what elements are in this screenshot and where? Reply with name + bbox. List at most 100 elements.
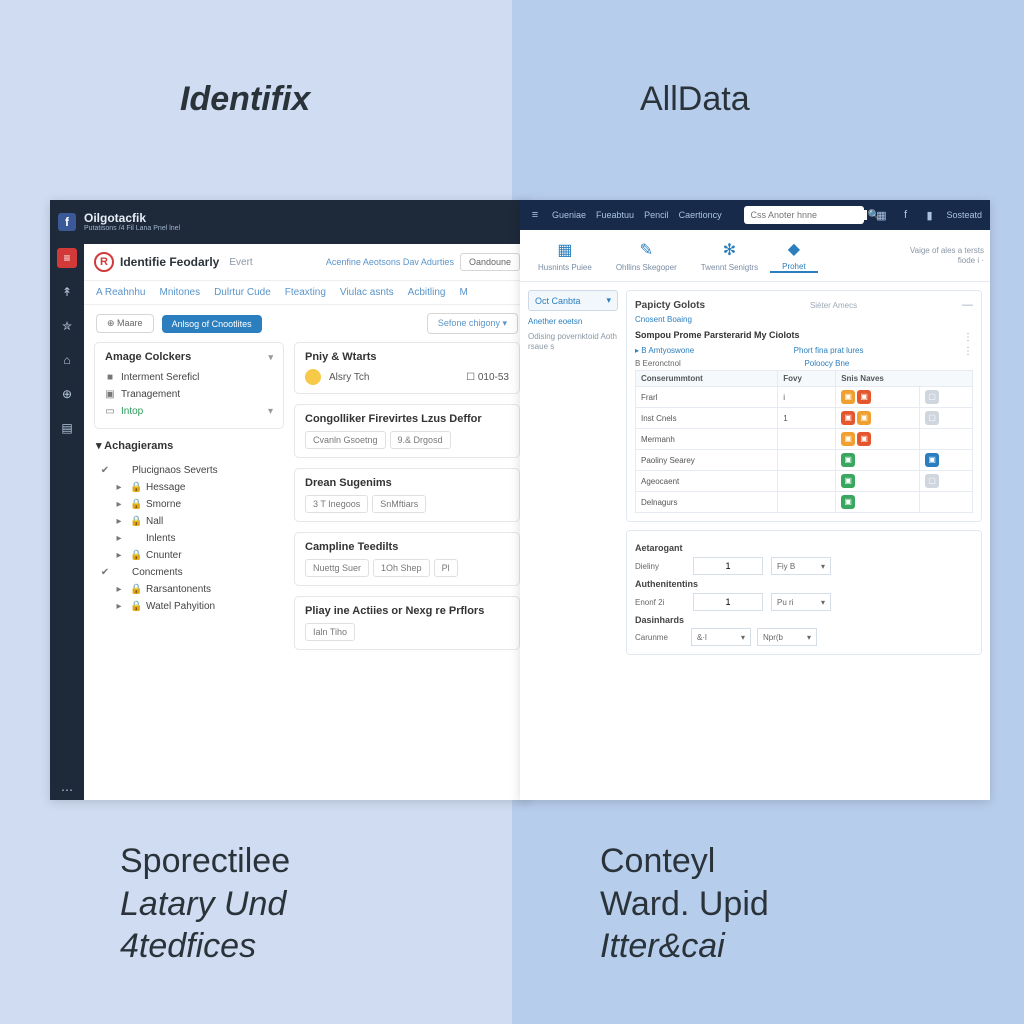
kebab-icon[interactable]: ⋮ — [963, 346, 973, 359]
left-link[interactable]: Anether eoetsn — [528, 317, 618, 326]
social-icon[interactable]: f — [898, 209, 912, 221]
chip[interactable]: Cvanln Gsoetng — [305, 431, 386, 449]
primary-pill-button[interactable]: Anlsog of Cnootlites — [162, 315, 262, 333]
tab-item[interactable]: Fteaxting — [285, 287, 326, 298]
side-tree-item[interactable]: ▸🔒Hessage — [100, 479, 284, 496]
status-square-icon[interactable]: ▣ — [857, 390, 871, 404]
rail-item-doc-icon[interactable]: ▤ — [57, 418, 77, 438]
tab-item[interactable]: Acbitling — [408, 287, 446, 298]
rail-item-more-icon[interactable]: ⋯ — [57, 780, 77, 800]
tab-item[interactable]: Viulac asnts — [340, 287, 394, 298]
panel-title: Papicty Golots — [635, 300, 705, 311]
left-dropdown[interactable]: Oct Canbta▾ — [528, 290, 618, 311]
tab-item[interactable]: ◆Prohet — [770, 239, 818, 273]
screenshot-alldata: ≡ Gueniae Fueabtuu Pencil Caertioncy 🔍 ▦… — [520, 200, 990, 800]
tree-arrow-icon: ▸ — [114, 584, 124, 595]
logo-square-icon: f — [58, 213, 76, 231]
topmenu-item[interactable]: Gueniae — [552, 210, 586, 220]
side-list-item[interactable]: ▭Intop▾ — [105, 403, 273, 420]
status-square-icon[interactable]: ▣ — [857, 432, 871, 446]
chevron-down-icon[interactable]: ▾ — [268, 352, 273, 363]
rail-item-globe-icon[interactable]: ⊕ — [57, 384, 77, 404]
tab-item[interactable]: ▦Husnints Puiee — [526, 239, 604, 273]
chip[interactable]: 1Oh Shep — [373, 559, 430, 577]
search-box[interactable]: 🔍 — [744, 206, 864, 224]
header-link[interactable]: Acenfine Aeotsons Dav Adurties — [326, 257, 454, 267]
chip[interactable]: Ialn Tiho — [305, 623, 355, 641]
form-input[interactable] — [693, 557, 763, 575]
chip[interactable]: Pl — [434, 559, 458, 577]
panel-small-link[interactable]: Poloocy Bne — [804, 359, 849, 368]
chip[interactable]: SnMftiars — [372, 495, 426, 513]
status-square-icon[interactable]: ▣ — [841, 474, 855, 488]
side-tree-item[interactable]: ✔Plucignaos Severts — [100, 462, 284, 479]
status-square-icon[interactable]: ▢ — [925, 474, 939, 488]
rail-item-home-icon[interactable]: ≡ — [57, 248, 77, 268]
side-tree-item[interactable]: ▸🔒Nall — [100, 513, 284, 530]
form-select[interactable]: Npr(b▾ — [757, 628, 817, 646]
form-select[interactable]: Pu ri▾ — [771, 593, 831, 611]
rail-item-person-icon[interactable]: ✮ — [57, 316, 77, 336]
topmenu-item[interactable]: Pencil — [644, 210, 669, 220]
form-select[interactable]: Fiy B▾ — [771, 557, 831, 575]
topmenu-item[interactable]: Fueabtuu — [596, 210, 634, 220]
chip[interactable]: 9.& Drgosd — [390, 431, 451, 449]
tab-item[interactable]: Mnitones — [160, 287, 201, 298]
rail-item-up-icon[interactable]: ↟ — [57, 282, 77, 302]
panel-link[interactable]: Cnosent Boaing — [635, 315, 973, 324]
side-tree-item[interactable]: ✔Concments — [100, 564, 284, 581]
status-square-icon[interactable]: ▣ — [841, 432, 855, 446]
brand-sub: Putatisons /4 Fil Lana Pnel lnel — [84, 225, 180, 233]
status-square-icon[interactable]: ▣ — [841, 390, 855, 404]
side-tree-item[interactable]: ▸🔒Rarsantonents — [100, 581, 284, 598]
collapse-icon[interactable]: — — [962, 299, 973, 311]
feed-card-title: Drean Sugenims — [305, 477, 509, 489]
tab-item[interactable]: A Reahnhu — [96, 287, 146, 298]
search-input[interactable] — [750, 210, 867, 220]
grid-icon[interactable]: ▦ — [874, 209, 888, 222]
status-square-icon[interactable]: ▣ — [841, 495, 855, 509]
rail-item-home2-icon[interactable]: ⌂ — [57, 350, 77, 370]
tree-arrow-icon: ▸ — [114, 516, 124, 527]
tab-item[interactable]: ✻Twennt Senigtrs — [689, 239, 770, 273]
chip[interactable]: 3 T Inegoos — [305, 495, 368, 513]
status-square-icon[interactable]: ▢ — [925, 390, 939, 404]
status-square-icon[interactable]: ▢ — [925, 411, 939, 425]
status-square-icon[interactable]: ▣ — [841, 453, 855, 467]
panel-small-link[interactable]: B Eeronctnol — [635, 359, 681, 368]
side-tree-item[interactable]: ▸🔒Smorne — [100, 496, 284, 513]
tab-item[interactable]: Dulrtur Cude — [214, 287, 271, 298]
menu-icon[interactable]: ≡ — [528, 209, 542, 221]
lock-icon: 🔒 — [130, 550, 140, 561]
side-list-item[interactable]: ▣Tranagement — [105, 386, 273, 403]
chevron-down-icon: ▾ — [741, 633, 745, 642]
form-select[interactable]: &·l▾ — [691, 628, 751, 646]
feed-card: Pliay ine Actiies or Nexg re PrflorsIaln… — [294, 596, 520, 650]
status-square-icon[interactable]: ▣ — [841, 411, 855, 425]
side-tree-item[interactable]: ▸🔒Cnunter — [100, 547, 284, 564]
table-row: Paoliny Searey▣▣ — [636, 450, 973, 471]
table-row: Delnagurs▣ — [636, 492, 973, 513]
flag-icon[interactable]: ▮ — [922, 209, 936, 222]
dropdown-select[interactable]: Sefone chigony ▾ — [427, 313, 518, 334]
panel-small-link[interactable]: ▸ B Amtyoswone — [635, 346, 694, 355]
status-square-icon[interactable]: ▣ — [925, 453, 939, 467]
panel-small-link[interactable]: Phort fina prat lures — [794, 346, 864, 355]
side-tree-item[interactable]: ▸Inlents — [100, 530, 284, 547]
form-input[interactable] — [693, 593, 763, 611]
tab-item[interactable]: M — [459, 287, 467, 298]
header-button[interactable]: Oandoune — [460, 253, 520, 271]
side-tree-item[interactable]: ▸🔒Watel Pahyition — [100, 598, 284, 615]
chip[interactable]: Nuettg Suer — [305, 559, 369, 577]
more-button[interactable]: ⊕ Maare — [96, 314, 154, 333]
side-list-item[interactable]: ■Interment Sereficl — [105, 369, 273, 386]
item-icon: ▭ — [105, 406, 115, 417]
tree-arrow-icon: ▸ — [114, 550, 124, 561]
kebab-icon[interactable]: ⋮ — [963, 332, 973, 343]
tab-icon: ✎ — [640, 240, 653, 260]
top-right-label[interactable]: Sosteatd — [946, 210, 982, 220]
topmenu-item[interactable]: Caertioncy — [679, 210, 722, 220]
section-title: Dasinhards — [635, 615, 973, 625]
status-square-icon[interactable]: ▣ — [857, 411, 871, 425]
tab-item[interactable]: ✎Ohllins Skegoper — [604, 239, 689, 273]
